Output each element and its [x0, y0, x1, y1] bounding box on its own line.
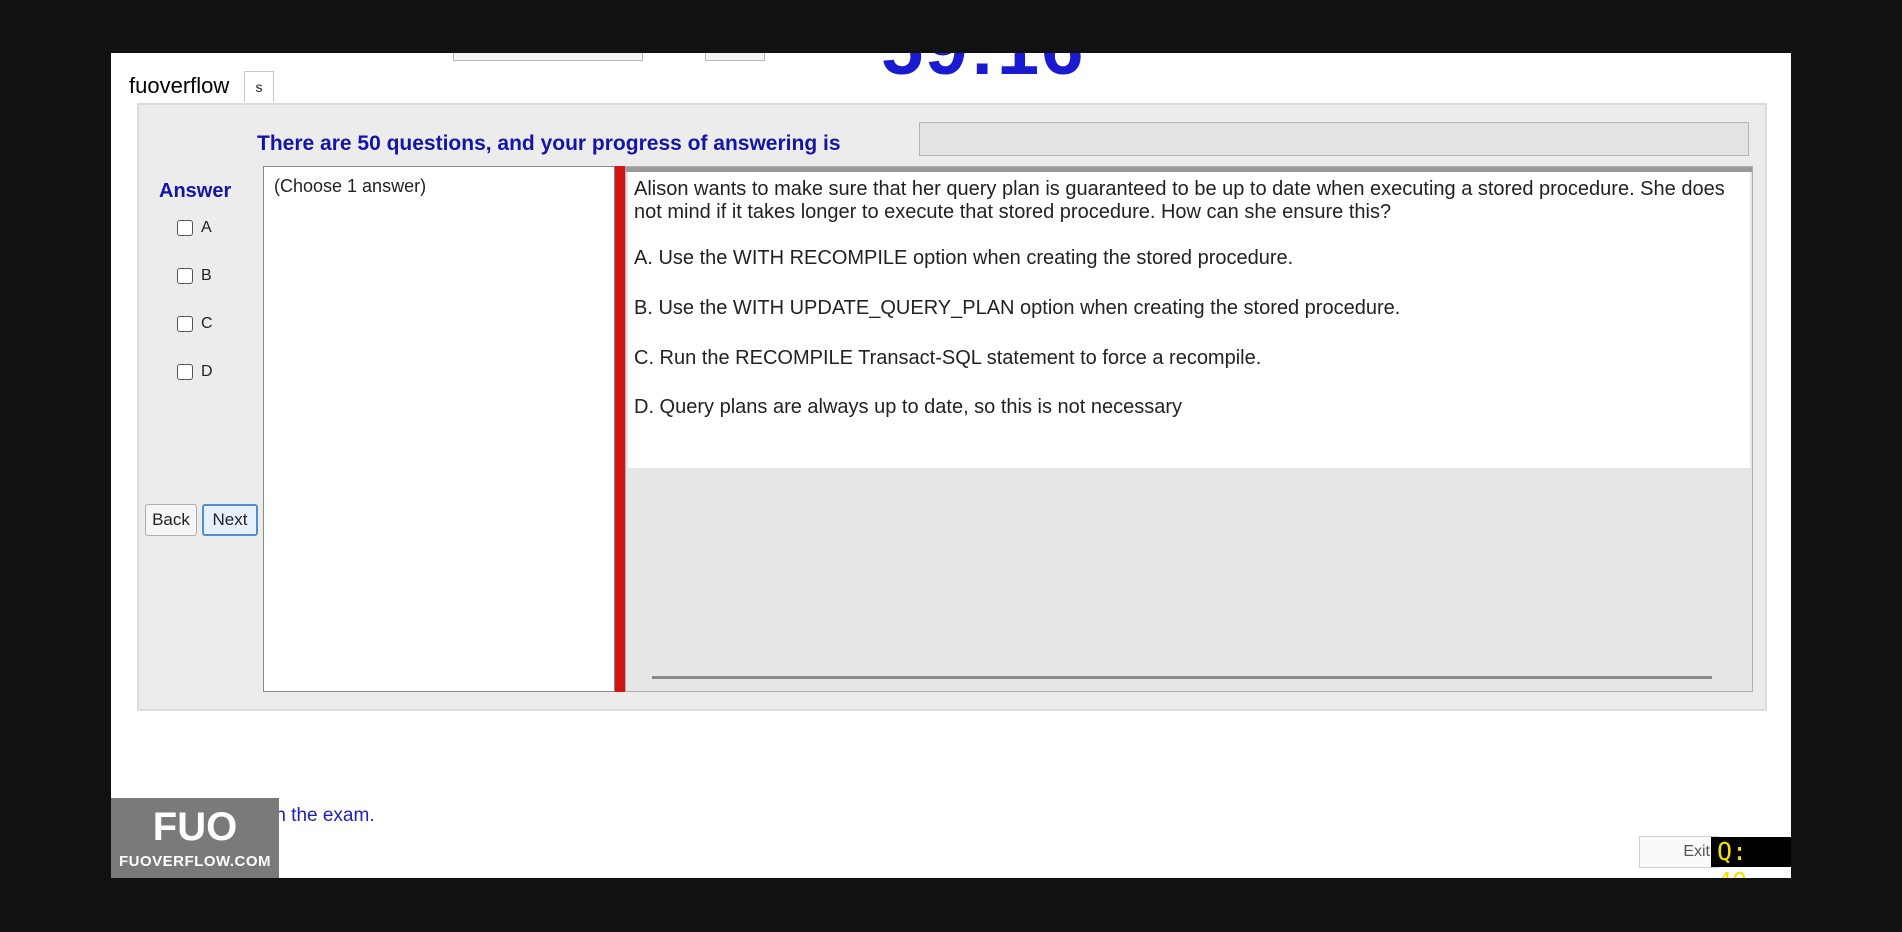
countdown-timer: 59:16: [881, 53, 1085, 87]
choice-a: A. Use the WITH RECOMPILE option when cr…: [634, 247, 1294, 269]
progress-label: There are 50 questions, and your progres…: [257, 132, 841, 155]
option-a-checkbox[interactable]: [177, 220, 193, 236]
brand-label: fuoverflow: [129, 73, 230, 98]
question-text-box: Alison wants to make sure that her query…: [628, 172, 1750, 468]
exam-panel: There are 50 questions, and your progres…: [137, 103, 1767, 711]
choose-hint-text: (Choose 1 answer): [274, 176, 427, 196]
top-small-field[interactable]: [705, 53, 765, 61]
tab-stub[interactable]: s: [244, 71, 274, 102]
question-number-badge: Q: 40: [1711, 837, 1791, 878]
splitter[interactable]: [615, 166, 625, 692]
answer-heading: Answer: [159, 180, 232, 202]
option-c[interactable]: C: [177, 315, 213, 333]
fuoverflow-logo: FUO FUOVERFLOW.COM: [111, 798, 279, 878]
choice-d: D. Query plans are always up to date, so…: [634, 396, 1183, 418]
progress-bar: [919, 122, 1749, 156]
question-area: Alison wants to make sure that her query…: [625, 166, 1753, 692]
option-c-checkbox[interactable]: [177, 316, 193, 332]
option-a-label: A: [201, 219, 212, 236]
choice-c: C. Run the RECOMPILE Transact-SQL statem…: [634, 347, 1262, 369]
horizontal-scrollbar[interactable]: [652, 676, 1712, 679]
option-b-checkbox[interactable]: [177, 268, 193, 284]
exit-button[interactable]: Exit: [1639, 836, 1719, 868]
logo-mark: FUO: [152, 804, 238, 849]
option-b-label: B: [201, 267, 212, 284]
next-button[interactable]: Next: [202, 504, 258, 536]
option-d-checkbox[interactable]: [177, 364, 193, 380]
question-stem: Alison wants to make sure that her query…: [634, 178, 1725, 223]
exit-label: Exit: [1683, 843, 1710, 860]
logo-text: FUOVERFLOW.COM: [119, 852, 271, 870]
back-button[interactable]: Back: [145, 504, 197, 536]
top-field[interactable]: [453, 53, 643, 61]
option-a[interactable]: A: [177, 219, 212, 237]
exam-window: 59:16 fuoverflow s There are 50 question…: [111, 53, 1791, 878]
choose-hint-box: (Choose 1 answer): [263, 166, 615, 692]
option-d-label: D: [201, 363, 213, 380]
option-b[interactable]: B: [177, 267, 212, 285]
choice-b: B. Use the WITH UPDATE_QUERY_PLAN option…: [634, 297, 1401, 319]
option-d[interactable]: D: [177, 363, 213, 381]
option-c-label: C: [201, 315, 213, 332]
